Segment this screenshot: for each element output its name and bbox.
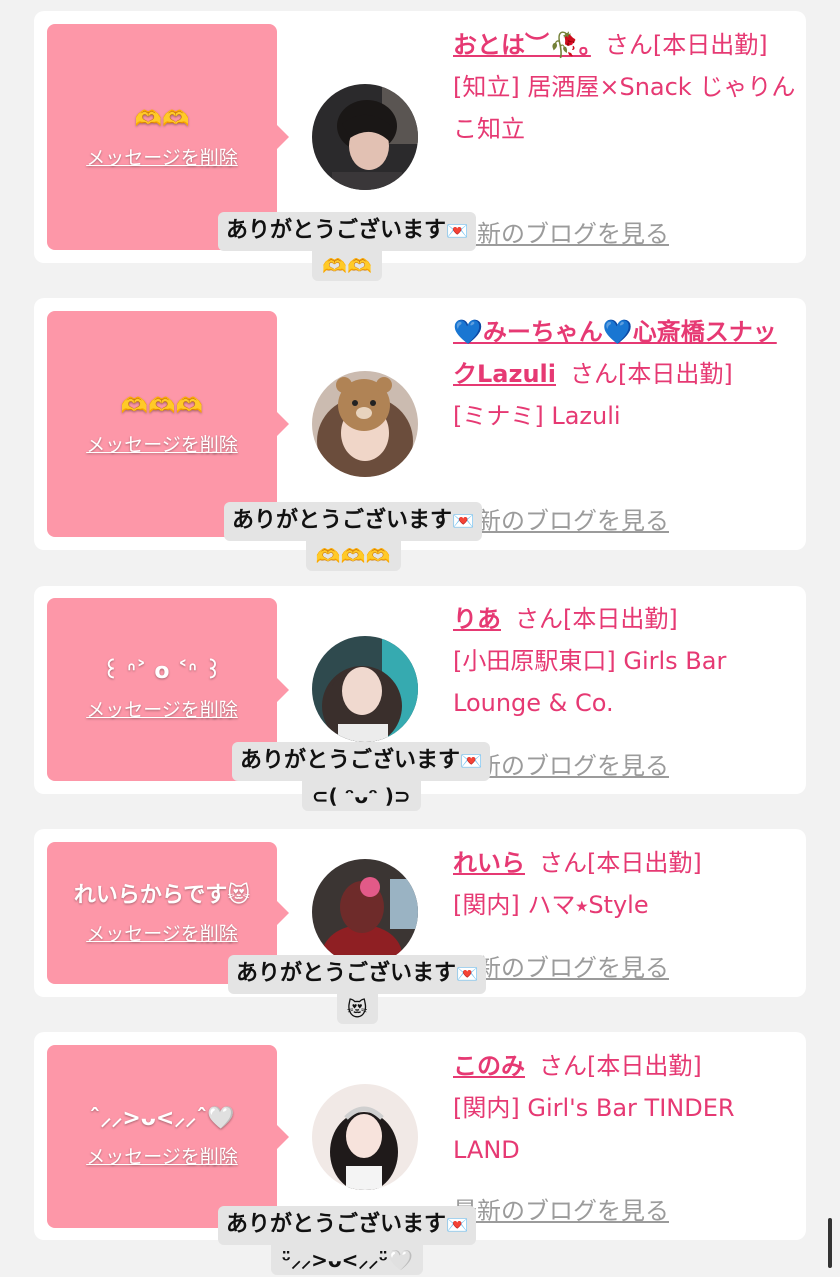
- avatar[interactable]: [312, 84, 418, 190]
- shop-info: [ミナミ] Lazuli: [453, 402, 621, 430]
- reply-text: ありがとうございます: [236, 961, 457, 986]
- avatar[interactable]: [312, 859, 418, 965]
- cast-info: おとは︶🥀｡ さん[本日出勤] [知立] 居酒屋×Snack じゃりんこ知立: [453, 24, 798, 150]
- cast-name-link[interactable]: このみ: [453, 1052, 525, 1080]
- love-letter-icon: 💌: [446, 1215, 469, 1236]
- message-text: ˆ⸝⸝>ᴗ<⸝⸝ˆ🤍: [89, 1106, 235, 1131]
- delete-message-link[interactable]: メッセージを削除: [86, 143, 238, 170]
- reply-emoji: 😻: [336, 994, 378, 1024]
- shop-info: [関内] Girl's Bar TINDER LAND: [453, 1094, 735, 1164]
- message-card: ꒰ ᐢ˃ o ˂ᐢ ꒱ メッセージを削除 りあ さん[本日出勤] [小田原駅東口]…: [34, 586, 806, 811]
- blog-link[interactable]: 最新のブログを見る: [453, 214, 669, 249]
- reply-text: ありがとうございます: [226, 1212, 447, 1237]
- love-letter-icon: 💌: [452, 511, 475, 532]
- attendance-status: さん[本日出勤]: [604, 31, 768, 59]
- message-text: 🫶🫶: [134, 106, 190, 132]
- attendance-status: さん[本日出勤]: [539, 1052, 702, 1080]
- cast-name-link[interactable]: れいら: [453, 849, 525, 877]
- delete-message-link[interactable]: メッセージを削除: [86, 430, 238, 457]
- delete-message-link[interactable]: メッセージを削除: [86, 919, 238, 946]
- cast-info: このみ さん[本日出勤] [関内] Girl's Bar TINDER LAND: [453, 1045, 798, 1171]
- message-text: 🫶🫶🫶: [120, 393, 204, 419]
- reply-emoji: ⊂( ᵔᴗᵔ )⊃: [301, 781, 421, 811]
- message-card: れいらからです😻 メッセージを削除 れいら さん[本日出勤] [関内] ハマ⭑St…: [34, 829, 806, 1024]
- message-bubble: ˆ⸝⸝>ᴗ<⸝⸝ˆ🤍 メッセージを削除: [47, 1045, 289, 1228]
- love-letter-icon: 💌: [460, 751, 483, 772]
- reply-message: ありがとうございます💌 ᵕ̈⸝⸝>ᴗ<⸝⸝ᵕ̈🤍: [218, 1206, 477, 1275]
- attendance-status: さん[本日出勤]: [515, 605, 678, 633]
- reply-message: ありがとうございます💌 ⊂( ᵔᴗᵔ )⊃: [232, 742, 491, 811]
- message-text: れいらからです😻: [73, 882, 251, 908]
- reply-text: ありがとうございます: [240, 748, 461, 773]
- attendance-status: さん[本日出勤]: [539, 849, 702, 877]
- love-letter-icon: 💌: [446, 221, 469, 242]
- avatar[interactable]: [312, 371, 418, 477]
- blog-link[interactable]: 最新のブログを見る: [453, 1191, 669, 1226]
- blog-link[interactable]: 最新のブログを見る: [453, 501, 669, 536]
- reply-message: ありがとうございます💌 🫶🫶: [218, 212, 477, 281]
- cast-info: れいら さん[本日出勤] [関内] ハマ⭑Style: [453, 842, 798, 926]
- reply-emoji: ᵕ̈⸝⸝>ᴗ<⸝⸝ᵕ̈🤍: [271, 1245, 424, 1275]
- cast-name-link[interactable]: りあ: [453, 605, 501, 633]
- message-text: ꒰ ᐢ˃ o ˂ᐢ ꒱: [102, 659, 222, 684]
- cast-info: りあ さん[本日出勤] [小田原駅東口] Girls Bar Lounge & C…: [453, 598, 798, 724]
- reply-text: ありがとうございます: [226, 218, 447, 243]
- scrollbar[interactable]: [828, 1218, 832, 1268]
- love-letter-icon: 💌: [456, 964, 479, 985]
- reply-message: ありがとうございます💌 😻: [228, 955, 487, 1024]
- cast-info: 💙みーちゃん💙心斎橋スナックLazuli さん[本日出勤] [ミナミ] Lazul…: [453, 311, 798, 437]
- message-card: 🫶🫶🫶 メッセージを削除 💙みーちゃん💙心斎橋スナックLazuli さん[本日出勤…: [34, 298, 806, 571]
- reply-emoji: 🫶🫶🫶: [305, 541, 401, 571]
- message-card: 🫶🫶 メッセージを削除 おとは︶🥀｡ さん[本日出勤] [知立] 居酒屋×Snac…: [34, 11, 806, 281]
- shop-info: [小田原駅東口] Girls Bar Lounge & Co.: [453, 647, 727, 717]
- reply-emoji: 🫶🫶: [312, 251, 383, 281]
- avatar[interactable]: [312, 1084, 418, 1190]
- shop-info: [知立] 居酒屋×Snack じゃりんこ知立: [453, 73, 796, 143]
- delete-message-link[interactable]: メッセージを削除: [86, 1142, 238, 1169]
- attendance-status: さん[本日出勤]: [570, 360, 733, 388]
- reply-text: ありがとうございます: [232, 508, 453, 533]
- delete-message-link[interactable]: メッセージを削除: [86, 695, 238, 722]
- avatar[interactable]: [312, 636, 418, 742]
- cast-name-link[interactable]: おとは︶🥀｡: [453, 31, 591, 59]
- message-card: ˆ⸝⸝>ᴗ<⸝⸝ˆ🤍 メッセージを削除 このみ さん[本日出勤] [関内] Gir…: [34, 1032, 806, 1275]
- shop-info: [関内] ハマ⭑Style: [453, 891, 649, 919]
- reply-message: ありがとうございます💌 🫶🫶🫶: [224, 502, 483, 571]
